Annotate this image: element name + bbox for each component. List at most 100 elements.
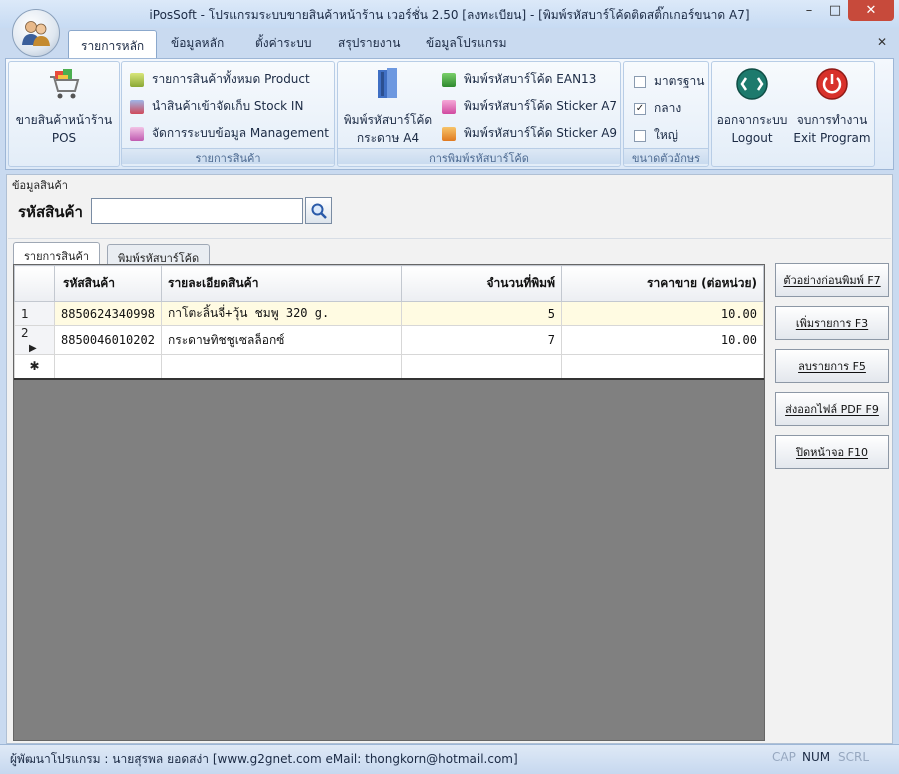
stock-in-button[interactable]: นำสินค้าเข้าจัดเก็บ Stock IN xyxy=(130,97,303,116)
maximize-button[interactable]: □ xyxy=(822,0,848,21)
session-group: ออกจากระบบ Logout จบการทำงาน Exit Progra… xyxy=(711,61,875,167)
font-medium-label: กลาง xyxy=(654,101,682,115)
pos-label-line1: ขายสินค้าหน้าร้าน xyxy=(15,113,113,127)
application-menu-button[interactable] xyxy=(12,9,60,57)
products-group: รายการสินค้าทั้งหมด Product นำสินค้าเข้า… xyxy=(121,61,335,167)
caps-lock-indicator: CAP xyxy=(772,750,796,764)
table-row[interactable]: 1 8850624340998 กาโตะลิ้นจี่+วุ้น ชมพู 3… xyxy=(14,301,764,326)
cell-detail[interactable] xyxy=(161,354,402,379)
subtab-print-barcode[interactable]: พิมพ์รหัสบาร์โค้ด xyxy=(107,244,211,265)
subtab-product-list[interactable]: รายการสินค้า xyxy=(13,242,101,265)
products-group-label: รายการสินค้า xyxy=(122,148,334,165)
logout-icon xyxy=(736,68,768,100)
cell-price[interactable]: 10.00 xyxy=(561,325,764,355)
exit-line1: จบการทำงาน xyxy=(796,113,868,127)
font-medium-option[interactable]: ✓ กลาง xyxy=(634,99,681,118)
font-large-label: ใหญ่ xyxy=(654,128,678,142)
sticker-a9-label: พิมพ์รหัสบาร์โค้ด Sticker A9 xyxy=(464,126,618,140)
search-icon xyxy=(311,203,327,219)
close-button[interactable]: ✕ xyxy=(848,0,894,21)
cell-price[interactable]: 10.00 xyxy=(561,301,764,326)
tab-reports[interactable]: สรุปรายงาน xyxy=(338,34,400,53)
ribbon-panel: ขายสินค้าหน้าร้าน POS รายการสินค้าทั้งหม… xyxy=(5,58,894,170)
stock-in-label: นำสินค้าเข้าจัดเก็บ Stock IN xyxy=(152,99,304,113)
tab-program-info[interactable]: ข้อมูลโปรแกรม xyxy=(426,34,507,53)
barcode-a4-icon xyxy=(378,68,397,98)
font-standard-label: มาตรฐาน xyxy=(654,74,705,88)
cell-price[interactable] xyxy=(561,354,764,379)
cell-detail[interactable]: กาโตะลิ้นจี่+วุ้น ชมพู 320 g. xyxy=(161,301,402,326)
tab-main[interactable]: รายการหลัก xyxy=(68,30,158,58)
cell-code[interactable]: 8850624340998 xyxy=(54,301,162,326)
num-lock-indicator: NUM xyxy=(802,750,831,764)
product-grid: รหัสสินค้า รายละเอียดสินค้า จำนวนที่พิมพ… xyxy=(13,264,765,741)
font-large-option[interactable]: ใหญ่ xyxy=(634,126,678,145)
developer-credit: ผู้พัฒนาโปรแกรม : นายสุรพล ยอดสง่า [www.… xyxy=(10,752,518,766)
sticker-a7-icon xyxy=(442,99,456,114)
print-ean13-button[interactable]: พิมพ์รหัสบาร์โค้ด EAN13 xyxy=(442,70,596,89)
close-screen-button[interactable]: ปิดหน้าจอ F10 xyxy=(775,435,889,469)
logout-button[interactable]: ออกจากระบบ Logout xyxy=(712,64,792,147)
print-preview-button[interactable]: ตัวอย่างก่อนพิมพ์ F7 xyxy=(775,263,889,297)
ribbon-close-icon[interactable]: ✕ xyxy=(877,35,887,49)
new-row-icon: ✱ xyxy=(14,354,55,379)
stock-in-icon xyxy=(130,99,144,114)
cell-code[interactable] xyxy=(54,354,162,379)
new-row[interactable]: ✱ xyxy=(14,354,764,379)
status-bar: ผู้พัฒนาโปรแกรม : นายสุรพล ยอดสง่า [www.… xyxy=(0,744,899,774)
management-button[interactable]: จัดการระบบข้อมูล Management xyxy=(130,124,329,143)
print-a4-line1: พิมพ์รหัสบาร์โค้ด xyxy=(343,113,433,127)
column-header-detail[interactable]: รายละเอียดสินค้า xyxy=(161,265,402,302)
font-standard-checkbox[interactable] xyxy=(634,75,646,88)
print-a4-line2: กระดาษ A4 xyxy=(356,131,420,145)
sticker-a9-icon xyxy=(442,126,456,141)
print-barcode-a4-button[interactable]: พิมพ์รหัสบาร์โค้ด กระดาษ A4 xyxy=(340,64,436,147)
column-header-qty[interactable]: จำนวนที่พิมพ์ xyxy=(401,265,562,302)
font-large-checkbox[interactable] xyxy=(634,129,646,142)
font-standard-option[interactable]: มาตรฐาน xyxy=(634,72,704,91)
title-bar: iPosSoft - โปรแกรมระบบขายสินค้าหน้าร้าน … xyxy=(0,0,899,28)
minimize-button[interactable]: – xyxy=(796,0,822,21)
row-number[interactable]: 1 xyxy=(14,301,55,326)
product-code-input[interactable] xyxy=(91,198,303,224)
tab-settings[interactable]: ตั้งค่าระบบ xyxy=(255,34,312,53)
cell-code[interactable]: 8850046010202 xyxy=(54,325,162,355)
barcode-group: พิมพ์รหัสบาร์โค้ด กระดาษ A4 พิมพ์รหัสบาร… xyxy=(337,61,621,167)
column-header-code[interactable]: รหัสสินค้า xyxy=(54,265,162,302)
tab-master-data[interactable]: ข้อมูลหลัก xyxy=(171,34,224,53)
search-button[interactable] xyxy=(305,197,332,224)
shopping-cart-icon xyxy=(50,69,80,99)
exit-program-button[interactable]: จบการทำงาน Exit Program xyxy=(790,64,874,147)
cell-qty[interactable] xyxy=(401,354,562,379)
font-size-group-label: ขนาดตัวอักษร xyxy=(624,148,708,165)
print-sticker-a9-button[interactable]: พิมพ์รหัสบาร์โค้ด Sticker A9 xyxy=(442,124,617,143)
product-list-label: รายการสินค้าทั้งหมด Product xyxy=(152,72,310,86)
table-row[interactable]: 2 ▶ 8850046010202 กระดาษทิชชูเซลล็อกซ์ 7… xyxy=(14,325,764,355)
ribbon-tab-bar: รายการหลัก ข้อมูลหลัก ตั้งค่าระบบ สรุปรา… xyxy=(0,28,899,58)
column-header-price[interactable]: ราคาขาย (ต่อหน่วย) xyxy=(561,265,764,302)
cell-qty[interactable]: 7 xyxy=(401,325,562,355)
management-icon xyxy=(130,126,144,141)
management-label: จัดการระบบข้อมูล Management xyxy=(152,126,329,140)
cell-qty[interactable]: 5 xyxy=(401,301,562,326)
export-pdf-button[interactable]: ส่งออกไฟล์ PDF F9 xyxy=(775,392,889,426)
logout-line2: Logout xyxy=(731,131,773,145)
font-medium-checkbox[interactable]: ✓ xyxy=(634,102,646,115)
pos-button[interactable]: ขายสินค้าหน้าร้าน POS xyxy=(9,64,119,147)
add-item-button[interactable]: เพิ่มรายการ F3 xyxy=(775,306,889,340)
cell-detail[interactable]: กระดาษทิชชูเซลล็อกซ์ xyxy=(161,325,402,355)
divider xyxy=(8,238,891,239)
print-sticker-a7-button[interactable]: พิมพ์รหัสบาร์โค้ด Sticker A7 xyxy=(442,97,617,116)
row-header[interactable]: 2 ▶ xyxy=(14,325,55,355)
power-icon xyxy=(816,68,848,100)
product-box-icon xyxy=(130,72,144,87)
product-list-button[interactable]: รายการสินค้าทั้งหมด Product xyxy=(130,70,310,89)
pos-group: ขายสินค้าหน้าร้าน POS xyxy=(8,61,120,167)
grid-corner-header xyxy=(14,265,55,302)
row-number: 2 xyxy=(21,326,29,340)
delete-item-button[interactable]: ลบรายการ F5 xyxy=(775,349,889,383)
ean13-label: พิมพ์รหัสบาร์โค้ด EAN13 xyxy=(464,72,597,86)
pos-label-line2: POS xyxy=(51,131,77,145)
product-code-label: รหัสสินค้า xyxy=(18,203,83,221)
barcode-group-label: การพิมพ์รหัสบาร์โค้ด xyxy=(338,148,620,165)
